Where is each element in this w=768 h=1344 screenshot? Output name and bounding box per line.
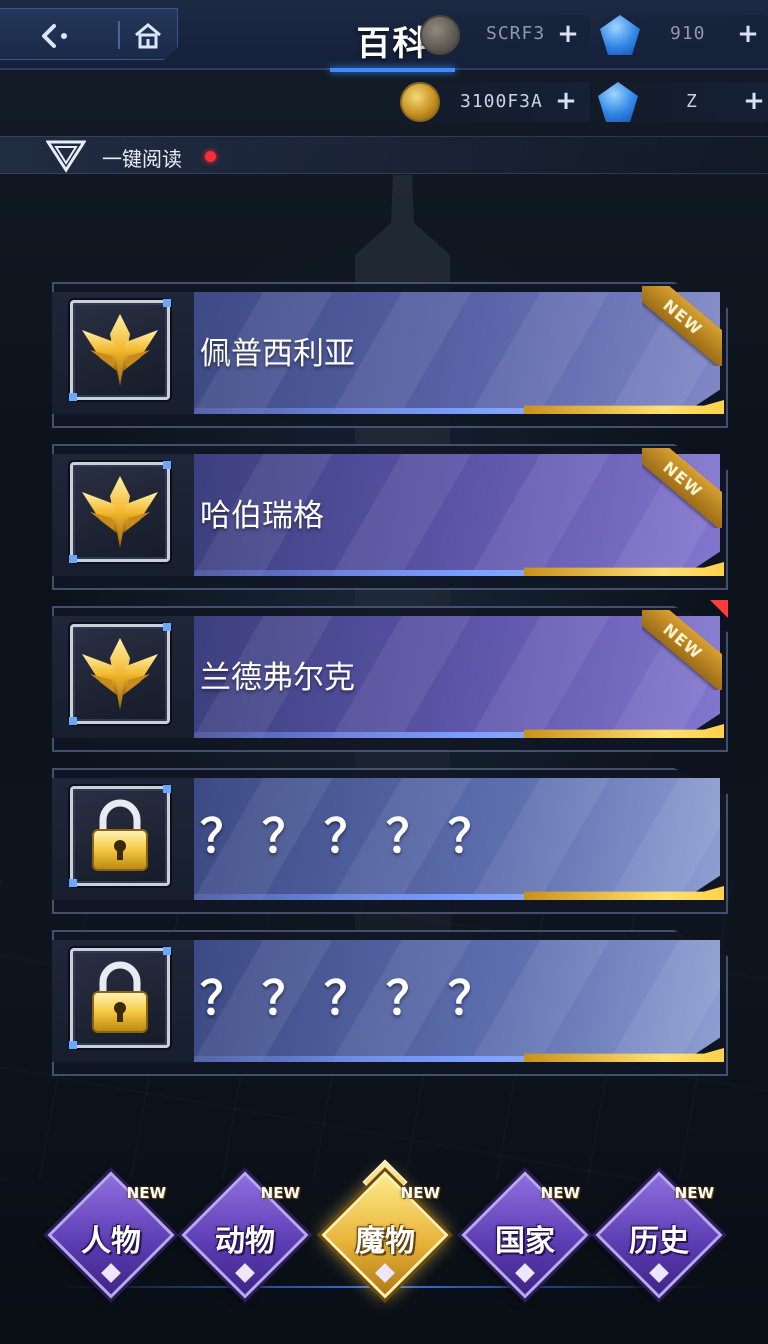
new-badge: NEW (642, 448, 722, 528)
tab-characters[interactable]: 人物 NEW (47, 1171, 175, 1299)
category-tabs: 人物 NEW 动物 NEW 魔物 NEW 国家 NEW 历史 NEW (0, 1159, 768, 1310)
coin-icon (400, 82, 440, 122)
padlock-icon (92, 961, 148, 1033)
currency-bar-coin-dim: SCRF3 + (420, 15, 590, 55)
new-ribbon: NEW (642, 448, 722, 528)
shield-emblem-icon (46, 140, 86, 173)
gem-icon (598, 82, 638, 122)
add-coin-button[interactable]: + (554, 88, 578, 114)
tab-animals[interactable]: 动物 NEW (181, 1171, 309, 1299)
entry-card-locked[interactable]: ？？？？？ (44, 930, 728, 1078)
tab-label: 魔物 (355, 1224, 415, 1259)
tab-label: 动物 (215, 1224, 275, 1259)
entry-card[interactable]: 佩普西利亚 NEW (44, 282, 728, 430)
new-ribbon: NEW (642, 286, 722, 366)
nav-group (0, 8, 178, 60)
entry-icon-box (69, 947, 171, 1049)
new-ribbon: NEW (642, 610, 722, 690)
entry-name: 哈伯瑞格 (200, 498, 324, 534)
entry-name-hidden: ？？？？？ (200, 971, 510, 1025)
entry-card[interactable]: 哈伯瑞格 NEW (44, 444, 728, 592)
currency-value: 3100F3A (460, 91, 543, 112)
add-gem-button[interactable]: + (736, 21, 760, 47)
new-badge: NEW (674, 1184, 714, 1202)
currency-bar-gem: 910 + (600, 15, 768, 55)
new-badge: NEW (642, 286, 722, 366)
gold-wing-emblem-icon (82, 476, 158, 548)
entry-card[interactable]: 兰德弗尔克 NEW (44, 600, 728, 754)
coin-dim-icon (420, 15, 460, 55)
currency-value: SCRF3 (486, 23, 546, 44)
new-badge: NEW (540, 1184, 580, 1202)
tab-monsters[interactable]: 魔物 NEW (321, 1159, 449, 1299)
entry-name: 兰德弗尔克 (200, 660, 355, 696)
entry-card-locked[interactable]: ？？？？？ (44, 768, 728, 916)
read-all-bar[interactable]: 一键阅读 (0, 136, 768, 174)
gem-icon (600, 15, 640, 55)
add-gem-button[interactable]: + (742, 88, 766, 114)
currency-bar-coin: 3100F3A + (400, 82, 590, 122)
top-bar: 百科 SCRF3 + 910 + (0, 0, 768, 72)
nav-divider (118, 21, 120, 49)
tab-label: 历史 (629, 1224, 689, 1259)
padlock-icon (92, 799, 148, 871)
tab-history[interactable]: 历史 NEW (595, 1171, 723, 1299)
home-icon (135, 23, 161, 49)
currency-value: 910 (670, 23, 706, 44)
currency-bar-gem-2: Z + (598, 82, 768, 122)
new-badge: NEW (260, 1184, 300, 1202)
back-button[interactable] (22, 19, 92, 53)
currency-value: Z (686, 91, 698, 112)
new-badge: NEW (126, 1184, 166, 1202)
tab-label: 人物 (81, 1224, 141, 1259)
entry-icon-box (69, 785, 171, 887)
entry-name-hidden: ？？？？？ (200, 809, 510, 863)
tab-label: 国家 (495, 1224, 555, 1259)
entry-icon-box (69, 299, 171, 401)
entry-name: 佩普西利亚 (200, 336, 355, 372)
gold-wing-emblem-icon (82, 638, 158, 710)
tab-countries[interactable]: 国家 NEW (461, 1171, 589, 1299)
back-arrow-icon (42, 24, 67, 48)
home-button[interactable] (128, 19, 168, 53)
entry-icon-box (69, 623, 171, 725)
add-currency-button[interactable]: + (556, 21, 580, 47)
new-badge: NEW (642, 610, 722, 690)
entry-icon-box (69, 461, 171, 563)
read-all-label[interactable]: 一键阅读 (102, 143, 182, 172)
new-badge: NEW (400, 1184, 440, 1202)
notification-dot (205, 151, 216, 162)
gold-wing-emblem-icon (82, 314, 158, 386)
